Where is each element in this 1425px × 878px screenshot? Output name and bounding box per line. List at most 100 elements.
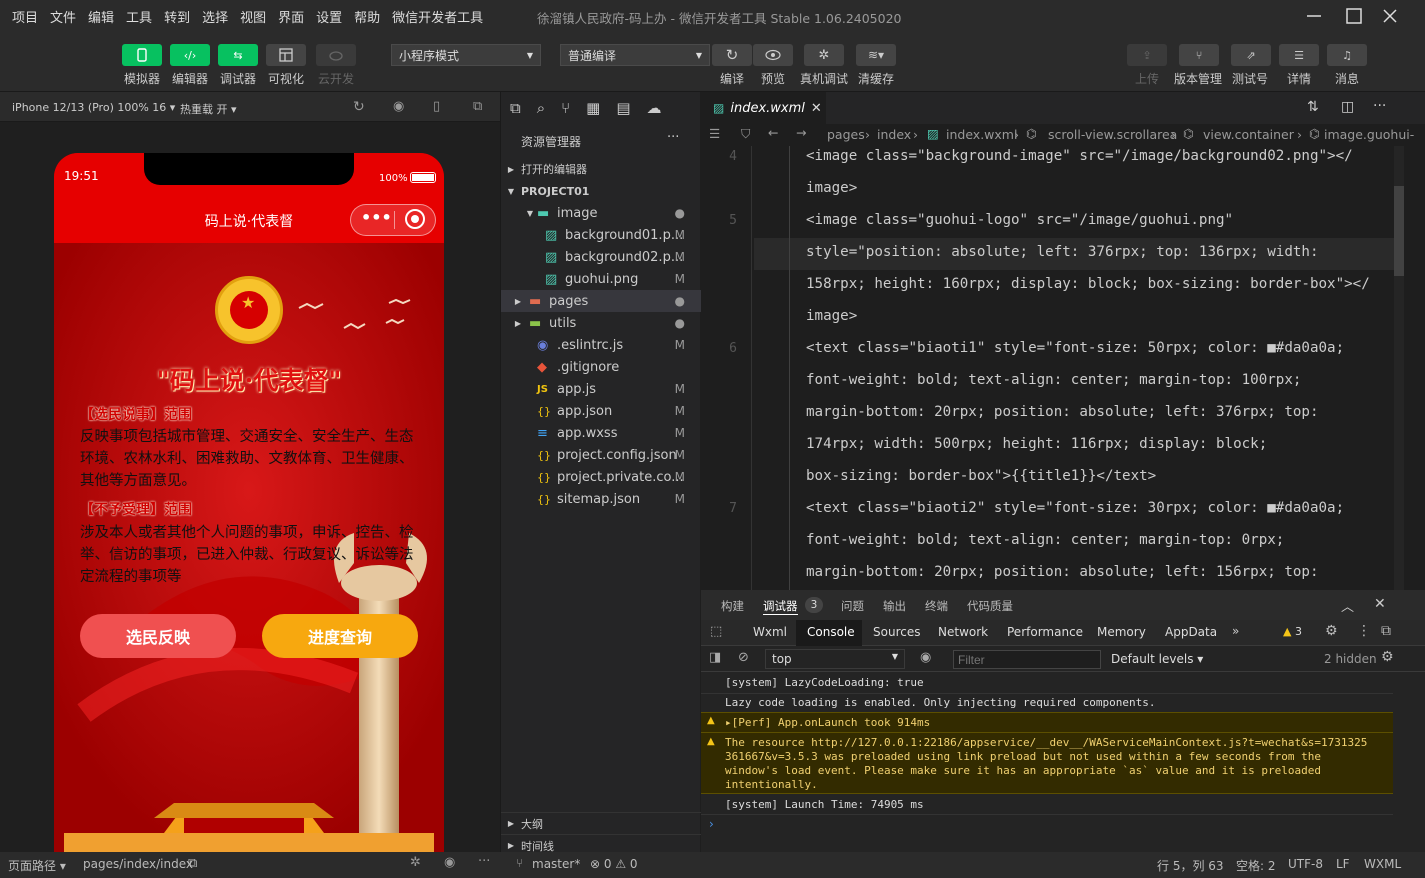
compile-select[interactable]: 普通编译 ▼ (560, 44, 710, 66)
tree-item-utils[interactable]: ▶ ▬ utils ● (501, 312, 701, 334)
remote-debug-button[interactable]: ✲ (804, 44, 844, 66)
upload-button[interactable]: ⇪ (1127, 44, 1167, 66)
simulator-toggle-button[interactable] (122, 44, 162, 66)
debug-panel-icon[interactable]: ▤ (616, 99, 630, 117)
tree-item-app-json[interactable]: {} app.json M (501, 400, 701, 422)
editor-toggle-button[interactable]: ‹/› (170, 44, 210, 66)
subtab-sources[interactable]: Sources (873, 625, 920, 639)
search-icon[interactable]: ⌕ (537, 99, 545, 117)
forward-arrow-icon[interactable]: → (796, 125, 806, 140)
code-line[interactable]: <image class="guohui-logo" src="/image/g… (806, 212, 1233, 228)
progress-query-button[interactable]: 进度查询 (262, 614, 418, 658)
tree-item-project-private[interactable]: {} project.private.co... M (501, 466, 701, 488)
menu-help[interactable]: 帮助 (348, 7, 386, 26)
compare-icon[interactable]: ⇅ (1307, 99, 1319, 115)
code-line[interactable]: <text class="biaoti1" style="font-size: … (806, 340, 1344, 356)
tree-item-project-config[interactable]: {} project.config.json M (501, 444, 701, 466)
end-of-line[interactable]: LF (1336, 857, 1350, 871)
indentation[interactable]: 空格: 2 (1236, 857, 1276, 874)
more-dots-icon[interactable]: ••• (361, 208, 392, 227)
details-button[interactable]: ☰ (1279, 44, 1319, 66)
tab-code-quality[interactable]: 代码质量 (967, 598, 1013, 614)
code-line[interactable]: font-weight: bold; text-align: center; m… (806, 372, 1301, 388)
tree-item-guohui[interactable]: ▨ guohui.png M (501, 268, 701, 290)
encoding[interactable]: UTF-8 (1288, 857, 1323, 871)
code-line[interactable]: font-weight: bold; text-align: center; m… (806, 532, 1284, 548)
more-tabs-icon[interactable]: » (1232, 624, 1239, 638)
code-line[interactable]: 158rpx; height: 160rpx; display: block; … (806, 276, 1370, 292)
more-actions-icon[interactable]: ··· (1373, 98, 1386, 114)
menu-goto[interactable]: 转到 (158, 7, 196, 26)
copy-icon[interactable]: ⧉ (188, 856, 197, 871)
close-panel-icon[interactable]: ✕ (1374, 596, 1386, 612)
eye-icon[interactable]: ◉ (920, 650, 931, 665)
breadcrumb-scroll-view[interactable]: scroll-view.scrollarea (1048, 127, 1177, 142)
dock-icon[interactable]: ⧉ (1381, 623, 1391, 639)
code-line[interactable]: margin-bottom: 20rpx; position: absolute… (806, 564, 1319, 580)
files-icon[interactable]: ⧉ (510, 99, 521, 117)
cursor-position[interactable]: 行 5，列 63 (1157, 857, 1224, 874)
close-tab-icon[interactable]: ✕ (811, 101, 822, 116)
tree-item-background02[interactable]: ▨ background02.p... M (501, 246, 701, 268)
breadcrumb-index[interactable]: index (877, 127, 911, 142)
problems-count[interactable]: ⊗ 0 ⚠ 0 (590, 857, 638, 871)
extensions-icon[interactable]: ▦ (586, 99, 600, 117)
tree-item-pages[interactable]: ▶ ▬ pages ● (501, 290, 701, 312)
tree-item-background01[interactable]: ▨ background01.p... M (501, 224, 701, 246)
more-icon[interactable]: ··· (478, 854, 490, 869)
code-line[interactable]: image> (806, 308, 857, 324)
tree-item-app-js[interactable]: JS app.js M (501, 378, 701, 400)
outline-section[interactable]: ▶ 大纲 (501, 812, 701, 834)
close-window-icon[interactable] (1380, 6, 1400, 26)
menu-settings[interactable]: 设置 (310, 7, 348, 26)
tab-terminal[interactable]: 终端 (925, 598, 948, 614)
menu-interface[interactable]: 界面 (272, 7, 310, 26)
tab-output[interactable]: 输出 (883, 598, 906, 614)
subtab-console[interactable]: Console (807, 625, 855, 639)
tree-item-image[interactable]: ▼ ▬ image ● (501, 202, 701, 224)
detach-window-icon[interactable]: ⧉ (473, 99, 482, 114)
subtab-performance[interactable]: Performance (1007, 625, 1083, 639)
log-line[interactable]: The resource http://127.0.0.1:22186/apps… (725, 736, 1367, 749)
version-button[interactable]: ⑂ (1179, 44, 1219, 66)
breadcrumb-view[interactable]: view.container (1203, 127, 1294, 142)
preview-button[interactable] (753, 44, 793, 66)
messages-button[interactable]: ♫ (1327, 44, 1367, 66)
menu-devtools[interactable]: 微信开发者工具 (386, 7, 489, 26)
maximize-icon[interactable] (1344, 6, 1364, 26)
voter-report-button[interactable]: 选民反映 (80, 614, 236, 658)
menu-edit[interactable]: 编辑 (82, 7, 120, 26)
minimize-icon[interactable] (1304, 6, 1324, 26)
subtab-appdata[interactable]: AppData (1165, 625, 1217, 639)
code-line[interactable]: <image class="background-image" src="/im… (806, 148, 1353, 164)
project-section[interactable]: ▼ PROJECT01 (501, 180, 701, 202)
device-select[interactable]: iPhone 12/13 (Pro) 100% 16 ▾ (12, 101, 175, 114)
kebab-icon[interactable]: ⋮ (1357, 623, 1371, 639)
prompt-icon[interactable]: › (709, 817, 714, 831)
tab-index-wxml[interactable]: ▨ index.wxml ✕ (701, 92, 826, 124)
close-capsule-icon[interactable] (405, 209, 425, 229)
compile-button[interactable]: ↻ (712, 44, 752, 66)
menu-file[interactable]: 文件 (44, 7, 82, 26)
editor-scrollbar[interactable] (1394, 146, 1404, 590)
more-icon[interactable]: ··· (667, 130, 679, 145)
clear-cache-button[interactable]: ≋▾ (856, 44, 896, 66)
code-line[interactable]: image> (806, 180, 857, 196)
breadcrumb-image[interactable]: image.guohui- (1324, 127, 1414, 142)
tree-item-app-wxss[interactable]: ≡ app.wxss M (501, 422, 701, 444)
page-path-select[interactable]: 页面路径 ▾ (8, 857, 66, 874)
code-line[interactable]: 174rpx; width: 500rpx; height: 116rpx; d… (806, 436, 1267, 452)
menu-select[interactable]: 选择 (196, 7, 234, 26)
breadcrumb-pages[interactable]: pages (827, 127, 865, 142)
inspect-icon[interactable]: ⬚ (710, 624, 722, 639)
record-icon[interactable]: ◉ (393, 99, 404, 114)
mode-select[interactable]: 小程序模式 ▼ (391, 44, 541, 66)
phone-preview-icon[interactable]: ▯ (433, 99, 440, 114)
visual-toggle-button[interactable] (266, 44, 306, 66)
filter-input[interactable] (953, 650, 1101, 669)
list-icon[interactable]: ☰ (709, 126, 720, 141)
test-account-button[interactable]: ⇗ (1231, 44, 1271, 66)
open-editors-section[interactable]: ▶ 打开的编辑器 (501, 158, 701, 180)
menu-project[interactable]: 项目 (6, 7, 44, 26)
breadcrumb-file[interactable]: index.wxml (946, 127, 1017, 142)
